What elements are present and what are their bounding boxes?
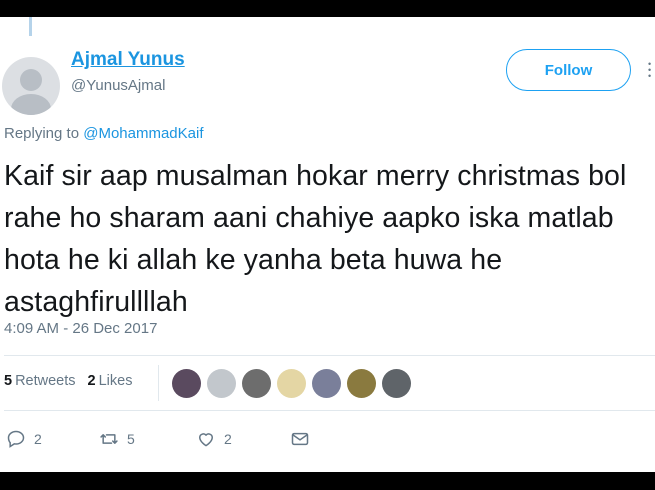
avatar[interactable] (2, 57, 60, 115)
replying-prefix: Replying to (4, 125, 80, 142)
message-icon (291, 432, 309, 446)
replying-to-line: Replying to @MohammadKaif (4, 125, 204, 142)
reply-icon (7, 430, 25, 448)
like-icon (199, 433, 213, 447)
likes-stat[interactable]: 2 Likes (88, 373, 133, 389)
author-name[interactable]: Ajmal Yunus (71, 49, 185, 71)
likes-label: Likes (98, 373, 133, 389)
retweet-count: 5 (127, 431, 135, 447)
retweet-icon (100, 434, 118, 444)
reply-action[interactable]: 2 (6, 429, 99, 449)
liker-avatar[interactable] (347, 369, 376, 398)
thread-line (29, 17, 32, 36)
replying-mention-link[interactable]: @MohammadKaif (83, 125, 203, 142)
liker-avatar[interactable] (382, 369, 411, 398)
author-handle[interactable]: @YunusAjmal (71, 77, 165, 94)
divider (4, 410, 655, 411)
reply-count: 2 (34, 431, 42, 447)
retweet-action[interactable]: 5 (99, 429, 196, 449)
tweet-actions: 2 5 2 (6, 429, 310, 449)
tweet-stats: 5 Retweets 2 Likes (4, 373, 132, 389)
like-action[interactable]: 2 (196, 429, 290, 449)
tweet-text: Kaif sir aap musalman hokar merry christ… (4, 160, 627, 318)
divider (4, 355, 655, 356)
retweets-count: 5 (4, 373, 13, 389)
likes-count: 2 (87, 373, 96, 389)
liker-avatar[interactable] (277, 369, 306, 398)
stats-separator (158, 365, 159, 401)
liker-avatar[interactable] (242, 369, 271, 398)
tweet-timestamp[interactable]: 4:09 AM - 26 Dec 2017 (4, 320, 157, 337)
retweets-stat[interactable]: 5 Retweets (4, 373, 76, 389)
liker-avatar[interactable] (207, 369, 236, 398)
liker-avatar[interactable] (312, 369, 341, 398)
more-icon[interactable]: • • • (648, 60, 652, 81)
message-action[interactable] (290, 429, 310, 449)
follow-button[interactable]: Follow (506, 49, 631, 91)
retweets-label: Retweets (15, 373, 76, 389)
liker-avatar[interactable] (172, 369, 201, 398)
avatar-body-shape (11, 94, 51, 115)
liker-avatars (172, 369, 411, 398)
avatar-head-shape (20, 69, 42, 91)
tweet-card: Ajmal Yunus @YunusAjmal Follow • • • Reply… (0, 17, 655, 472)
like-count: 2 (224, 431, 232, 447)
